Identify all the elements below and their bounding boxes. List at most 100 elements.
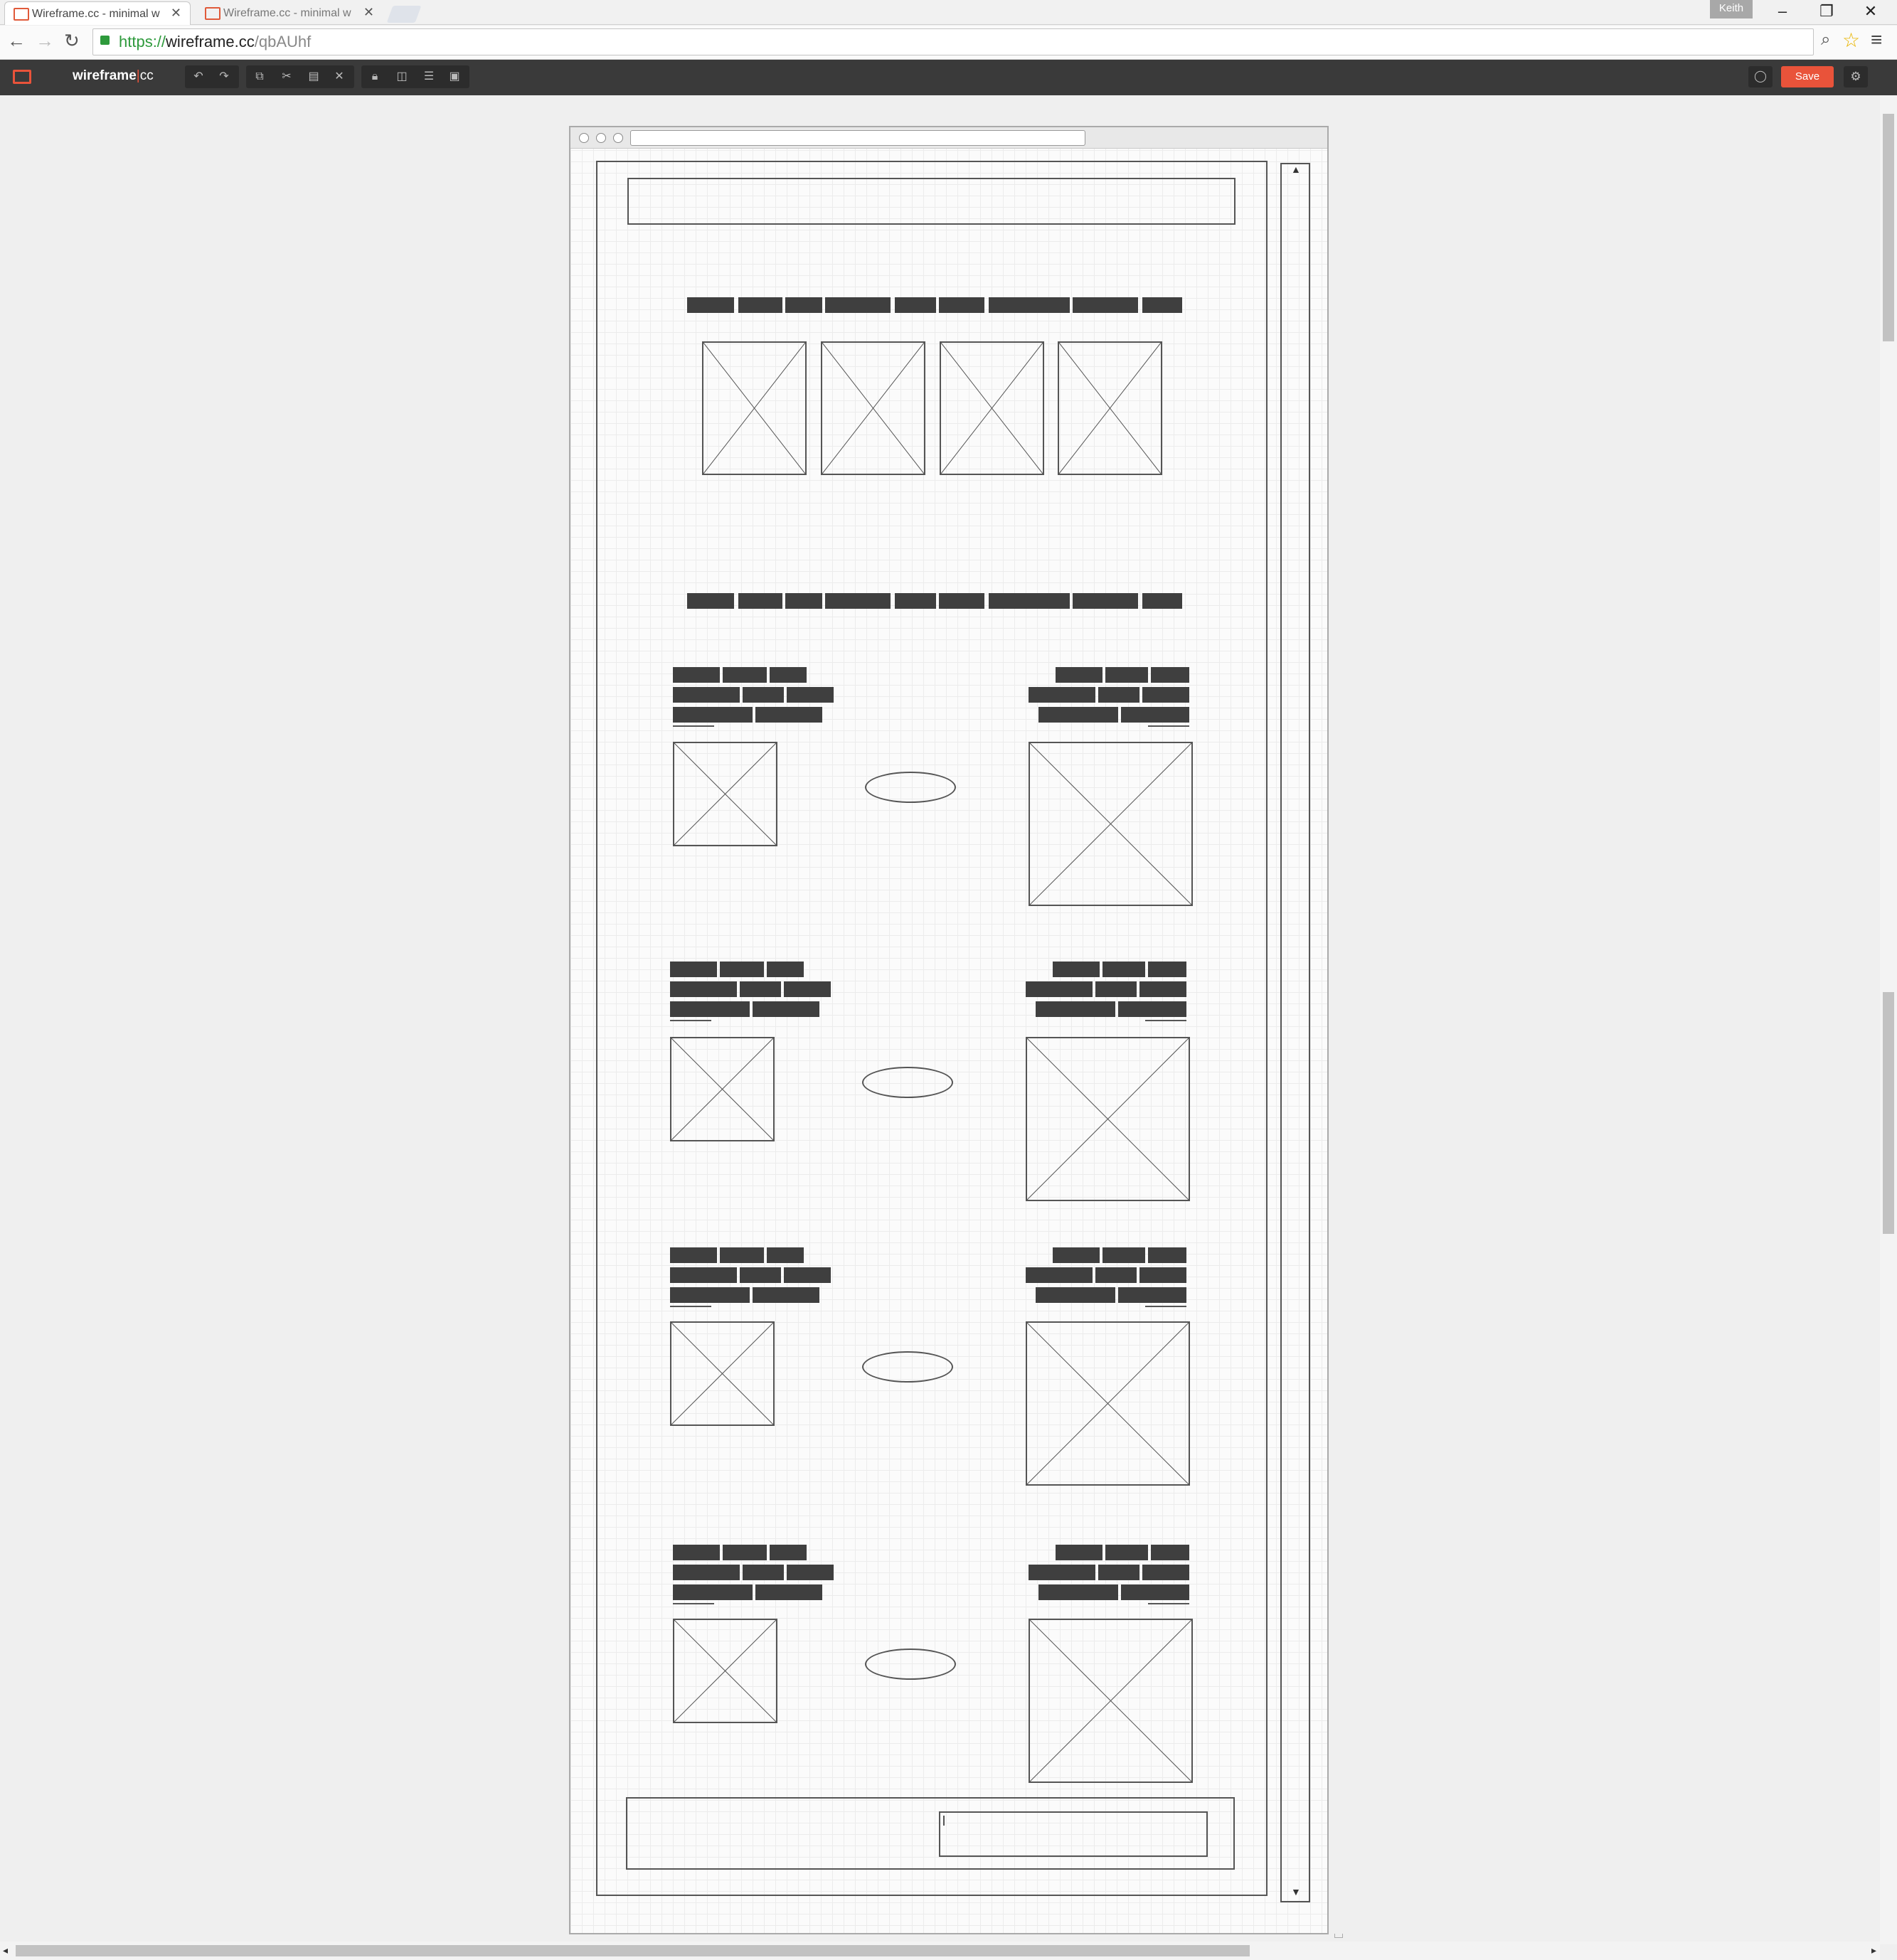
profile-badge[interactable]: Keith xyxy=(1710,0,1753,18)
text-block[interactable] xyxy=(767,962,804,977)
text-block[interactable] xyxy=(1095,1267,1137,1283)
text-block[interactable] xyxy=(1151,667,1189,683)
text-block[interactable] xyxy=(784,981,831,997)
nav-bar-item[interactable] xyxy=(785,593,822,609)
text-block[interactable] xyxy=(1118,1287,1186,1303)
text-block[interactable] xyxy=(1036,1287,1115,1303)
nav-bar-item[interactable] xyxy=(989,297,1070,313)
button-ellipse[interactable] xyxy=(862,1351,953,1383)
text-block[interactable] xyxy=(1026,1267,1093,1283)
text-block[interactable] xyxy=(720,962,764,977)
nav-bar-item[interactable] xyxy=(939,297,984,313)
link-underline[interactable] xyxy=(1145,1020,1186,1021)
tab-wireframe-inactive[interactable]: Wireframe.cc - minimal w ✕ xyxy=(196,1,383,25)
button-ellipse[interactable] xyxy=(862,1067,953,1098)
text-block[interactable] xyxy=(1142,1565,1189,1580)
image-placeholder[interactable] xyxy=(1029,742,1193,906)
text-block[interactable] xyxy=(1121,707,1189,723)
text-block[interactable] xyxy=(1098,1565,1139,1580)
url-input[interactable]: https://wireframe.cc/qbAUhf xyxy=(92,28,1814,55)
nav-bar-item[interactable] xyxy=(1073,593,1138,609)
image-placeholder[interactable] xyxy=(940,341,1044,475)
nav-bar-item[interactable] xyxy=(687,593,734,609)
scroll-right-arrow-icon[interactable]: ▸ xyxy=(1871,1944,1876,1956)
delete-icon[interactable]: ✕ xyxy=(327,66,351,87)
close-tab-icon[interactable]: ✕ xyxy=(171,6,181,21)
text-block[interactable] xyxy=(767,1247,804,1263)
paste-icon[interactable]: ▤ xyxy=(302,66,326,87)
nav-bar-item[interactable] xyxy=(687,297,734,313)
tab-wireframe-active[interactable]: Wireframe.cc - minimal w ✕ xyxy=(4,1,191,25)
text-block[interactable] xyxy=(1053,1247,1100,1263)
text-block[interactable] xyxy=(1121,1584,1189,1600)
image-placeholder[interactable] xyxy=(670,1037,775,1141)
nav-bar-item[interactable] xyxy=(738,593,782,609)
text-block[interactable] xyxy=(723,667,767,683)
button-ellipse[interactable] xyxy=(865,1649,956,1680)
text-block[interactable] xyxy=(740,981,781,997)
link-underline[interactable] xyxy=(1145,1306,1186,1307)
link-underline[interactable] xyxy=(670,1306,711,1307)
image-placeholder[interactable] xyxy=(1026,1321,1190,1486)
page-horizontal-scroll-thumb[interactable] xyxy=(16,1945,1250,1956)
image-placeholder[interactable] xyxy=(670,1321,775,1426)
comment-icon[interactable]: ◯ xyxy=(1748,66,1773,87)
page-scroll-thumb[interactable] xyxy=(1883,114,1894,341)
nav-bar-item[interactable] xyxy=(939,593,984,609)
image-placeholder[interactable] xyxy=(821,341,925,475)
nav-bar-item[interactable] xyxy=(989,593,1070,609)
text-block[interactable] xyxy=(673,1584,753,1600)
text-block[interactable] xyxy=(755,1584,822,1600)
text-block[interactable] xyxy=(755,707,822,723)
image-placeholder[interactable] xyxy=(673,742,777,846)
page-scroll-thumb[interactable] xyxy=(1883,992,1894,1234)
text-block[interactable] xyxy=(1105,1545,1148,1560)
text-block[interactable] xyxy=(787,1565,834,1580)
align-icon[interactable]: ☰ xyxy=(417,66,441,87)
copy-icon[interactable]: ⧉ xyxy=(248,66,272,87)
text-block[interactable] xyxy=(670,1247,717,1263)
undo-icon[interactable]: ↶ xyxy=(186,66,211,87)
text-block[interactable] xyxy=(753,1001,819,1017)
text-block[interactable] xyxy=(1036,1001,1115,1017)
bring-front-icon[interactable]: ◫ xyxy=(390,66,414,87)
cut-icon[interactable]: ✂ xyxy=(275,66,299,87)
nav-bar-item[interactable] xyxy=(825,593,891,609)
text-block[interactable] xyxy=(1142,687,1189,703)
close-tab-icon[interactable]: ✕ xyxy=(363,5,374,20)
wireframe-scrollbar[interactable] xyxy=(1280,163,1310,1902)
settings-gear-icon[interactable]: ⚙ xyxy=(1844,66,1868,87)
text-block[interactable] xyxy=(1151,1545,1189,1560)
text-block[interactable] xyxy=(673,1565,740,1580)
nav-bar-item[interactable] xyxy=(825,297,891,313)
text-block[interactable] xyxy=(743,687,784,703)
text-block[interactable] xyxy=(673,707,753,723)
text-block[interactable] xyxy=(1056,1545,1102,1560)
text-block[interactable] xyxy=(670,981,737,997)
text-block[interactable] xyxy=(1029,687,1095,703)
text-block[interactable] xyxy=(753,1287,819,1303)
save-button[interactable]: Save xyxy=(1781,66,1834,87)
text-block[interactable] xyxy=(1118,1001,1186,1017)
text-block[interactable] xyxy=(673,687,740,703)
redo-icon[interactable]: ↷ xyxy=(212,66,236,87)
text-block[interactable] xyxy=(1148,1247,1186,1263)
text-block[interactable] xyxy=(670,1267,737,1283)
text-block[interactable] xyxy=(784,1267,831,1283)
text-block[interactable] xyxy=(1038,1584,1118,1600)
scroll-left-arrow-icon[interactable]: ◂ xyxy=(3,1944,8,1956)
text-block[interactable] xyxy=(670,962,717,977)
text-block[interactable] xyxy=(770,667,807,683)
minimize-icon[interactable]: – xyxy=(1761,0,1804,23)
reload-icon[interactable]: ↻ xyxy=(64,30,80,52)
text-block[interactable] xyxy=(740,1267,781,1283)
link-underline[interactable] xyxy=(670,1020,711,1021)
text-block[interactable] xyxy=(1102,962,1145,977)
text-block[interactable] xyxy=(1029,1565,1095,1580)
nav-bar-item[interactable] xyxy=(785,297,822,313)
nav-bar-item[interactable] xyxy=(738,297,782,313)
text-block[interactable] xyxy=(1026,981,1093,997)
text-block[interactable] xyxy=(673,667,720,683)
scroll-down-arrow-icon[interactable]: ▼ xyxy=(1291,1886,1301,1897)
link-underline[interactable] xyxy=(1148,725,1189,727)
